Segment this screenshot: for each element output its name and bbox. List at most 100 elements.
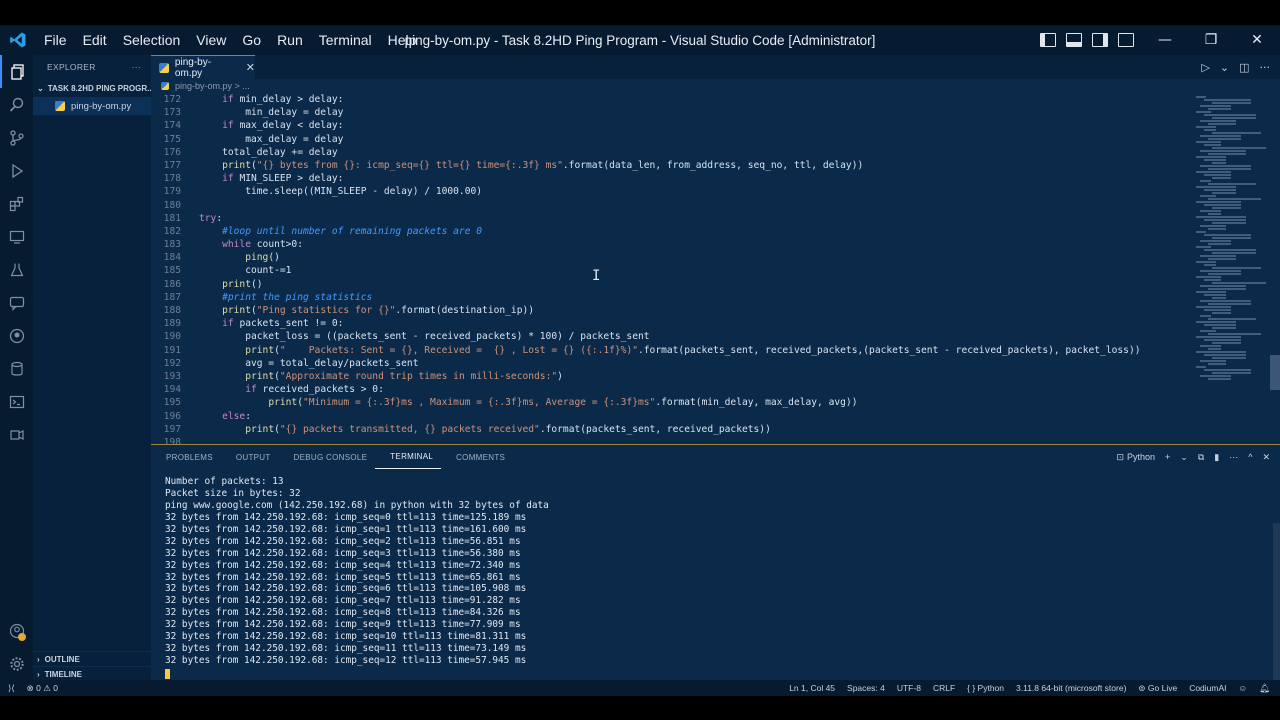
code-line[interactable]: 186 print() bbox=[151, 278, 1191, 291]
menu-terminal[interactable]: Terminal bbox=[311, 32, 380, 48]
encoding-status[interactable]: UTF-8 bbox=[897, 683, 921, 693]
remote-explorer-icon[interactable] bbox=[0, 220, 33, 253]
toggle-secondary-sidebar-icon[interactable] bbox=[1092, 33, 1108, 47]
code-line[interactable]: 198 bbox=[151, 436, 1191, 444]
feedback-icon[interactable]: ☺ bbox=[1239, 683, 1248, 693]
new-terminal-button[interactable]: + bbox=[1165, 452, 1170, 462]
search-icon[interactable] bbox=[0, 88, 33, 121]
editor-tab[interactable]: ping-by-om.py ✕ bbox=[151, 55, 255, 79]
tab-debug-console[interactable]: DEBUG CONSOLE bbox=[279, 445, 376, 469]
code-line[interactable]: 178 if MIN_SLEEP > delay: bbox=[151, 172, 1191, 185]
code-line[interactable]: 193 print("Approximate round trip times … bbox=[151, 370, 1191, 383]
minimap[interactable] bbox=[1191, 93, 1280, 444]
code-line[interactable]: 173 min_delay = delay bbox=[151, 106, 1191, 119]
toggle-primary-sidebar-icon[interactable] bbox=[1040, 33, 1056, 47]
terminal-icon[interactable] bbox=[0, 385, 33, 418]
explorer-file-label: ping-by-om.py bbox=[71, 100, 132, 112]
close-tab-icon[interactable]: ✕ bbox=[246, 61, 255, 74]
code-line[interactable]: 183 while count>0: bbox=[151, 238, 1191, 251]
python-interpreter[interactable]: 3.11.8 64-bit (microsoft store) bbox=[1016, 683, 1126, 693]
code-line[interactable]: 184 ping() bbox=[151, 251, 1191, 264]
settings-gear-icon[interactable] bbox=[0, 647, 33, 680]
cursor-position[interactable]: Ln 1, Col 45 bbox=[789, 683, 835, 693]
code-line[interactable]: 174 if max_delay < delay: bbox=[151, 119, 1191, 132]
code-line[interactable]: 197 print("{} packets transmitted, {} pa… bbox=[151, 423, 1191, 436]
explorer-file-item[interactable]: ping-by-om.py bbox=[33, 97, 151, 115]
menu-run[interactable]: Run bbox=[269, 32, 311, 48]
extensions-icon[interactable] bbox=[0, 187, 33, 220]
explorer-more-button[interactable]: ··· bbox=[132, 62, 141, 72]
github-icon[interactable] bbox=[0, 319, 33, 352]
code-line[interactable]: 182 #loop until number of remaining pack… bbox=[151, 225, 1191, 238]
toggle-panel-icon[interactable] bbox=[1066, 33, 1082, 47]
tab-output[interactable]: OUTPUT bbox=[221, 445, 279, 469]
panel-more-icon[interactable]: ··· bbox=[1229, 452, 1238, 462]
menu-view[interactable]: View bbox=[188, 32, 234, 48]
run-debug-icon[interactable] bbox=[0, 154, 33, 187]
code-line[interactable]: 191 print(" Packets: Sent = {}, Received… bbox=[151, 344, 1191, 357]
outline-section[interactable]: › OUTLINE bbox=[33, 651, 151, 666]
code-line[interactable]: 188 print("Ping statistics for {}".forma… bbox=[151, 304, 1191, 317]
code-line[interactable]: 175 max_delay = delay bbox=[151, 133, 1191, 146]
indentation-status[interactable]: Spaces: 4 bbox=[847, 683, 885, 693]
tab-problems[interactable]: PROBLEMS bbox=[151, 445, 221, 469]
code-line[interactable]: 176 total_delay += delay bbox=[151, 146, 1191, 159]
code-line[interactable]: 189 if packets_sent != 0: bbox=[151, 317, 1191, 330]
workspace-folder[interactable]: ⌄ TASK 8.2HD PING PROGR... bbox=[33, 79, 151, 97]
run-dropdown-icon[interactable]: ⌄ bbox=[1220, 61, 1229, 74]
code-line[interactable]: 172 if min_delay > delay: bbox=[151, 93, 1191, 106]
preview-icon[interactable] bbox=[0, 418, 33, 451]
terminal-output[interactable]: Number of packets: 13 Packet size in byte… bbox=[165, 476, 549, 679]
go-live-button[interactable]: ⊚ Go Live bbox=[1138, 683, 1177, 694]
minimize-button[interactable]: — bbox=[1142, 25, 1188, 55]
code-line[interactable]: 190 packet_loss = ((packets_sent - recei… bbox=[151, 330, 1191, 343]
menu-selection[interactable]: Selection bbox=[115, 32, 189, 48]
source-control-icon[interactable] bbox=[0, 121, 33, 154]
close-panel-icon[interactable]: ✕ bbox=[1262, 452, 1270, 463]
testing-icon[interactable] bbox=[0, 253, 33, 286]
database-icon[interactable] bbox=[0, 352, 33, 385]
code-line[interactable]: 177 print("{} bytes from {}: icmp_seq={}… bbox=[151, 159, 1191, 172]
trash-icon[interactable]: ▮ bbox=[1214, 452, 1219, 463]
code-line[interactable]: 181 try: bbox=[151, 212, 1191, 225]
run-python-file-icon[interactable]: ▷ bbox=[1201, 61, 1209, 74]
menu-go[interactable]: Go bbox=[234, 32, 269, 48]
split-editor-icon[interactable]: ◫ bbox=[1239, 61, 1249, 74]
terminal-dropdown-icon[interactable]: ⌄ bbox=[1180, 452, 1188, 463]
chat-icon[interactable] bbox=[0, 286, 33, 319]
editor-scrollbar-thumb[interactable] bbox=[1270, 355, 1280, 390]
tab-comments[interactable]: COMMENTS bbox=[441, 445, 513, 469]
breadcrumb-label[interactable]: ping-by-om.py > ... bbox=[175, 81, 250, 91]
code-line[interactable]: 196 else: bbox=[151, 410, 1191, 423]
code-line[interactable]: 179 time.sleep((MIN_SLEEP - delay) / 100… bbox=[151, 185, 1191, 198]
eol-status[interactable]: CRLF bbox=[933, 683, 955, 693]
notifications-bell-icon[interactable]: 🔔︎ bbox=[1259, 683, 1270, 694]
more-actions-icon[interactable]: ··· bbox=[1260, 61, 1271, 74]
terminal-shell-selector[interactable]: ⊡ Python bbox=[1116, 452, 1155, 463]
restore-button[interactable]: ❐ bbox=[1188, 25, 1234, 55]
customize-layout-icon[interactable] bbox=[1118, 33, 1134, 47]
menu-file[interactable]: File bbox=[36, 32, 75, 48]
code-line[interactable]: 187 #print the ping statistics bbox=[151, 291, 1191, 304]
accounts-icon[interactable] bbox=[0, 614, 33, 647]
code-line[interactable]: 194 if received_packets > 0: bbox=[151, 383, 1191, 396]
tab-terminal[interactable]: TERMINAL bbox=[375, 445, 442, 469]
problems-status[interactable]: ⊗ 0 ⚠ 0 bbox=[27, 683, 58, 694]
remote-indicator-icon[interactable]: ⟩⟨ bbox=[8, 683, 15, 694]
terminal-prompt-line[interactable] bbox=[165, 667, 549, 679]
close-window-button[interactable]: ✕ bbox=[1234, 25, 1280, 55]
terminal-scrollbar[interactable] bbox=[1273, 523, 1280, 681]
maximize-panel-icon[interactable]: ^ bbox=[1248, 452, 1252, 462]
split-terminal-icon[interactable]: ⧉ bbox=[1198, 452, 1204, 463]
code-line[interactable]: 195 print("Minimum = {:.3f}ms , Maximum … bbox=[151, 396, 1191, 409]
codiumai-status[interactable]: CodiumAI bbox=[1189, 683, 1226, 693]
code-text: while count>0: bbox=[222, 239, 303, 251]
code-line[interactable]: 192 avg = total_delay/packets_sent bbox=[151, 357, 1191, 370]
code-line[interactable]: 180 bbox=[151, 199, 1191, 212]
code-editor[interactable]: 172 if min_delay > delay: 173 min_delay =… bbox=[151, 93, 1191, 444]
files-icon[interactable] bbox=[0, 55, 33, 88]
timeline-section[interactable]: › TIMELINE bbox=[33, 666, 151, 681]
menu-edit[interactable]: Edit bbox=[75, 32, 115, 48]
language-mode[interactable]: { } Python bbox=[967, 683, 1004, 693]
code-line[interactable]: 185 count-=1 bbox=[151, 264, 1191, 277]
